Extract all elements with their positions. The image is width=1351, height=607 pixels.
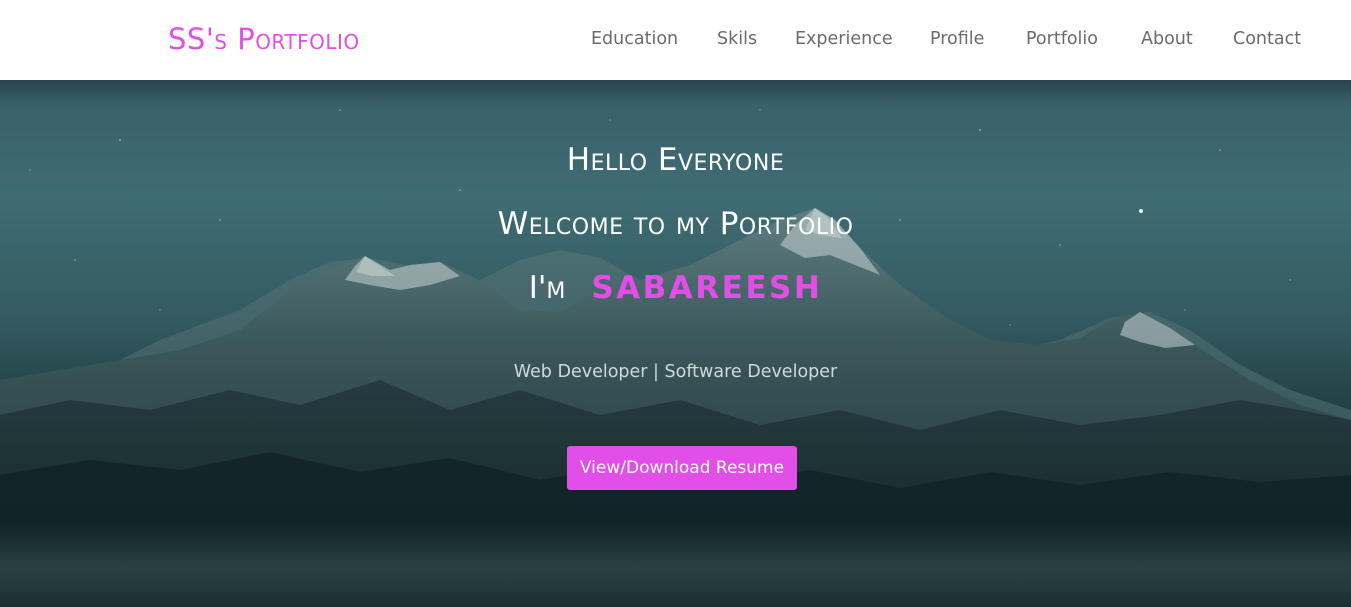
nav-link-experience[interactable]: Experience: [795, 29, 893, 49]
nav-link-education[interactable]: Education: [591, 29, 678, 49]
hero-greeting: Hello Everyone: [566, 142, 785, 178]
hero-intro: I'm SABAREESH: [0, 270, 1351, 306]
nav-link-portfolio[interactable]: Portfolio: [1026, 29, 1098, 49]
nav-link-about[interactable]: About: [1141, 29, 1193, 49]
nav-links: Education Skils Experience Profile Portf…: [0, 29, 1351, 53]
navbar: SS's Portfolio Education Skils Experienc…: [0, 0, 1351, 80]
resume-button[interactable]: View/Download Resume: [567, 446, 797, 490]
hero-subtitle: Web Developer | Software Developer: [513, 362, 838, 382]
hero-name: SABAREESH: [591, 270, 823, 306]
hero-welcome: Welcome to my Portfolio: [497, 206, 854, 242]
nav-shadow: [0, 80, 1351, 104]
nav-link-skills[interactable]: Skils: [717, 29, 757, 49]
nav-link-contact[interactable]: Contact: [1233, 29, 1301, 49]
nav-link-profile[interactable]: Profile: [930, 29, 984, 49]
hero-section: Hello Everyone Welcome to my Portfolio I…: [0, 80, 1351, 607]
hero-intro-prefix: I'm: [528, 270, 566, 306]
